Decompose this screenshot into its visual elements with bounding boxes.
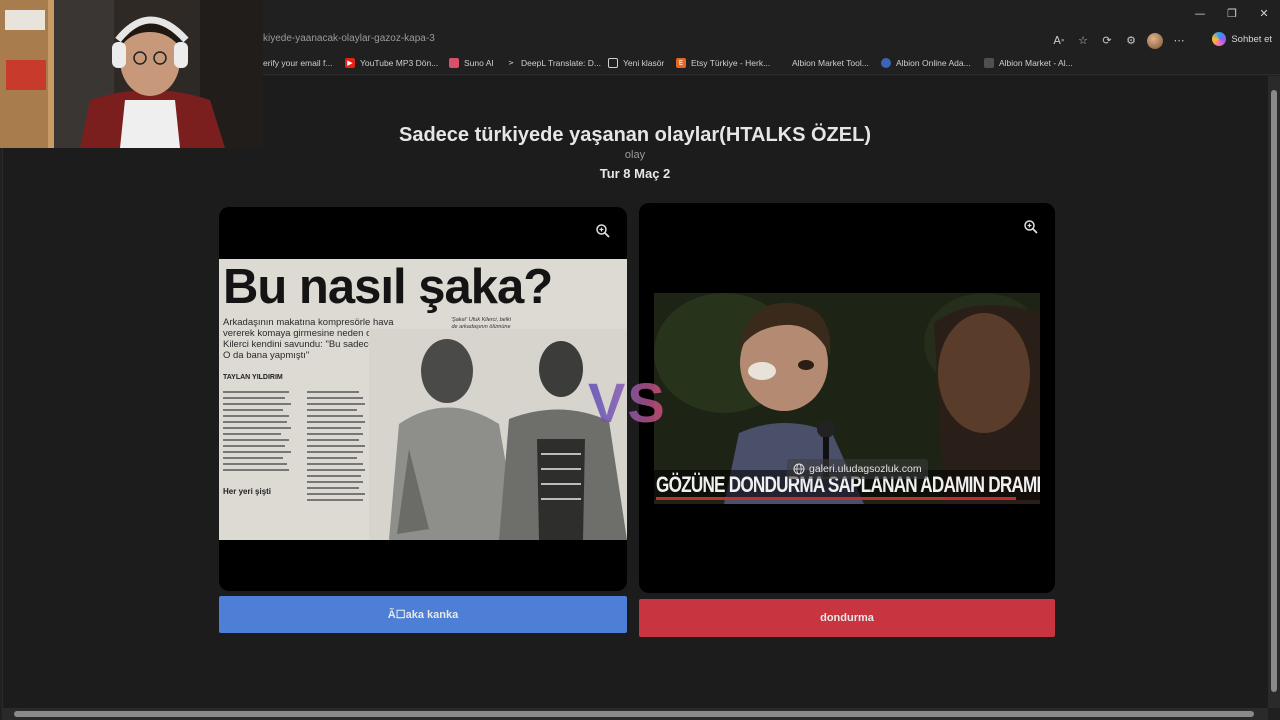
bookmark-label: YouTube MP3 Dön... [360,58,439,68]
globe-icon [793,463,805,475]
category-label: olay [624,149,646,161]
copilot-icon [1212,32,1227,46]
youtube-icon: ▶ [345,58,355,68]
vs-label: VS [588,371,667,434]
bookmark-label: Albion Market - Al... [999,58,1073,68]
more-options-icon[interactable]: ⋯ [1170,31,1188,49]
bookmark-item[interactable]: Albion Online Ada... [881,58,971,68]
albion-market-icon [984,58,994,68]
vertical-scrollbar[interactable] [1268,76,1280,708]
deepl-icon: > [508,59,514,67]
etsy-icon: E [676,58,686,68]
bookmark-label: Yeni klasör [623,58,665,68]
bookmark-item[interactable]: Suno AI [449,58,494,68]
zoom-icon[interactable] [1023,219,1039,235]
maximize-button[interactable]: ❐ [1216,0,1248,27]
watermark-text: galeri.uludagsozluk.com [809,463,922,475]
bookmark-item[interactable]: Albion Market - Al... [984,58,1073,68]
bookmark-label: DeepL Translate: D... [521,58,602,68]
newspaper-image: Bu nasıl şaka? Arkadaşının makatına komp… [219,259,627,540]
bookmark-label: Albion Online Ada... [896,58,971,68]
scrollbar-thumb[interactable] [1271,90,1277,692]
shield-icon [881,58,891,68]
profile-avatar-icon[interactable] [1146,31,1164,49]
round-label: Tur 8 Maç 2 [599,166,671,181]
bookmark-label: Suno AI [464,58,494,68]
favorite-star-icon[interactable]: ☆ [1074,31,1092,49]
bookmark-label: Etsy Türkiye - Herk... [691,58,771,68]
zoom-icon[interactable] [595,223,611,239]
bookmark-item[interactable]: > DeepL Translate: D... [506,58,601,68]
extensions-icon[interactable]: ⟳ [1098,31,1116,49]
newspaper-column [307,379,367,512]
newspaper-subhead: Her yeri şişti [223,487,272,496]
watermark-badge: galeri.uludagsozluk.com [787,459,928,479]
close-button[interactable]: ✕ [1248,0,1280,27]
scrollbar-thumb[interactable] [14,711,1254,717]
right-choice-card[interactable]: GÖZÜNE DONDURMA SAPLANAN ADAMIN DRAMI ga… [639,203,1055,593]
left-choice-button[interactable]: Ã☐aka kanka [219,596,627,633]
newspaper-headline: Bu nasıl şaka? [223,260,553,314]
browser-window: — ❐ ✕ kiyede-yaanacak-olaylar-gazoz-kapa… [0,0,1280,720]
webcam-overlay [0,0,263,148]
video-still-image: GÖZÜNE DONDURMA SAPLANAN ADAMIN DRAMI ga… [654,293,1040,504]
bookmark-label: Albion Market Tool... [792,58,869,68]
suno-icon [449,58,459,68]
copilot-button[interactable]: Sohbet et [1212,32,1272,46]
minimize-button[interactable]: — [1184,0,1216,27]
video-caption-underline [656,497,1016,500]
newspaper-column [223,389,293,482]
bookmark-item[interactable]: E Etsy Türkiye - Herk... [676,58,770,68]
window-controls: — ❐ ✕ [1184,0,1280,27]
newspaper-author: TAYLAN YILDIRIM [223,374,283,381]
bookmark-item[interactable]: ▶ YouTube MP3 Dön... [345,58,438,68]
right-choice-button[interactable]: dondurma [639,599,1055,637]
bookmark-label: erify your email f... [263,58,333,68]
bookmark-item[interactable]: erify your email f... [263,58,332,68]
bookmark-item[interactable]: Yeni klasör [608,58,664,68]
webcam-feed [0,0,263,148]
url-field[interactable]: kiyede-yaanacak-olaylar-gazoz-kapa-3 [263,33,435,44]
toolbar-icons: A» ☆ ⟳ ⚙ ⋯ [1050,31,1188,49]
copilot-label: Sohbet et [1231,33,1272,45]
bookmark-item[interactable]: Albion Market Tool... [792,58,869,68]
folder-icon [608,58,618,68]
read-aloud-icon[interactable]: A» [1050,31,1068,49]
horizontal-scrollbar[interactable] [2,708,1268,720]
left-choice-card[interactable]: Bu nasıl şaka? Arkadaşının makatına komp… [219,207,627,591]
browser-extension-icon[interactable]: ⚙ [1122,31,1140,49]
